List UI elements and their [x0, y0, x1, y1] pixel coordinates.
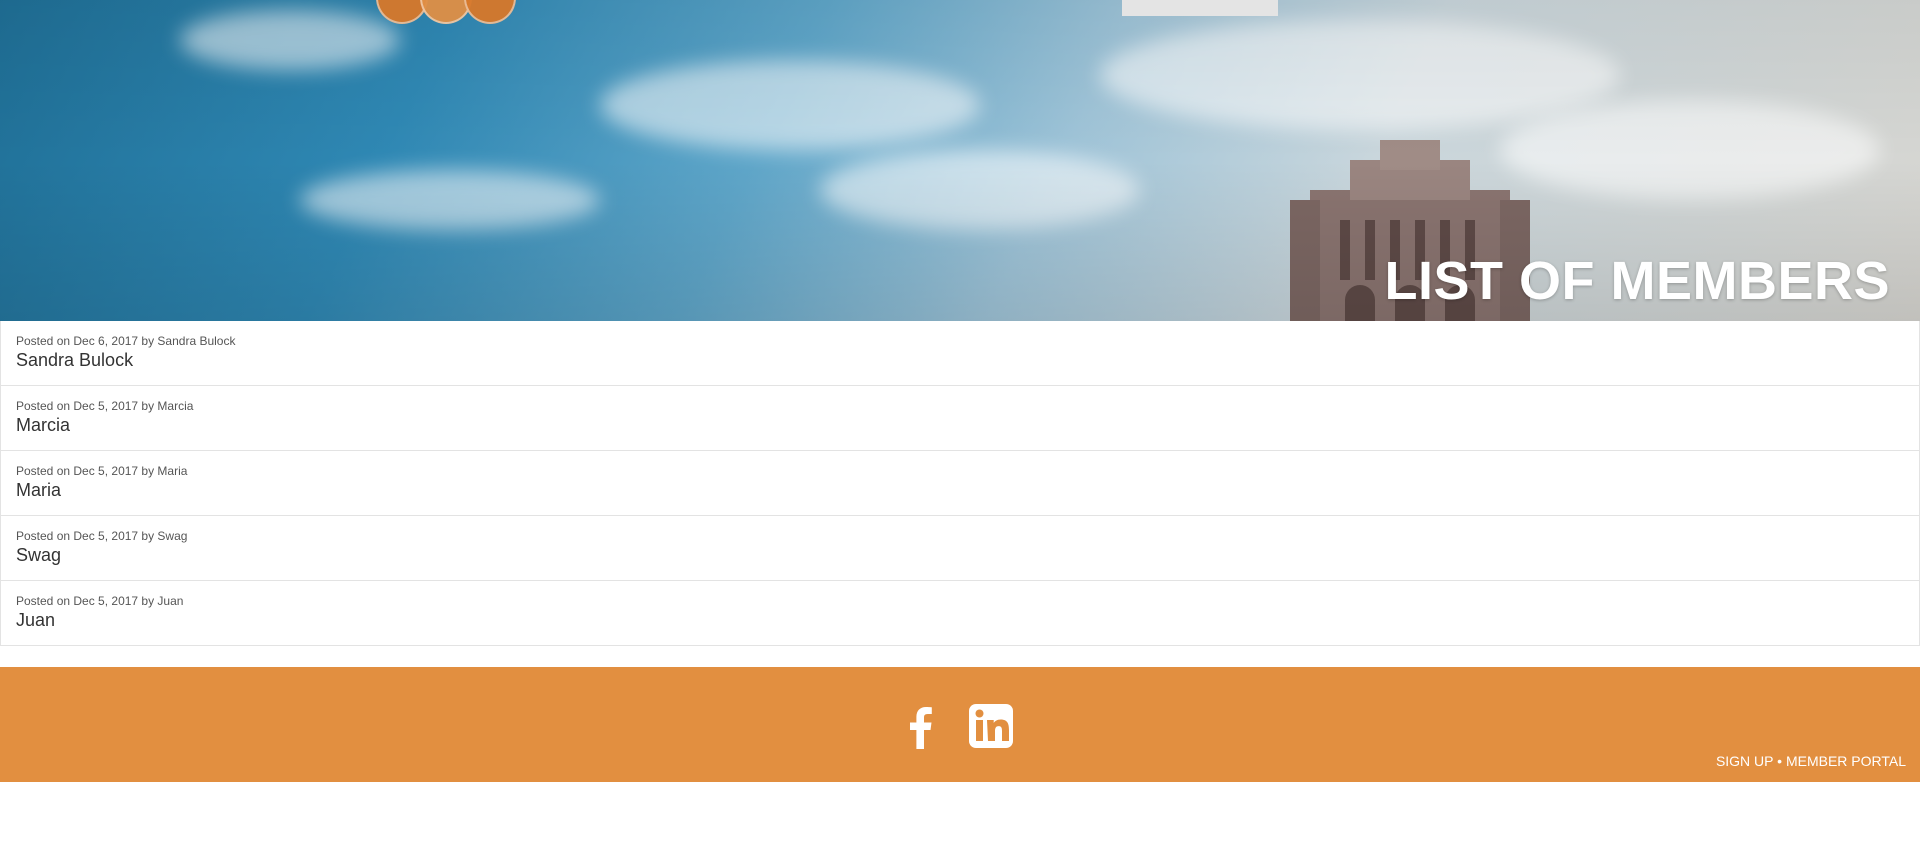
footer-links: SIGN UP • MEMBER PORTAL	[1716, 753, 1906, 769]
member-name-link[interactable]: Swag	[16, 545, 61, 566]
logo-circle: W	[464, 0, 516, 24]
list-item: Posted on Dec 5, 2017 by Swag Swag	[1, 516, 1919, 581]
footer: SIGN UP • MEMBER PORTAL	[0, 667, 1920, 782]
list-item: Posted on Dec 5, 2017 by Juan Juan	[1, 581, 1919, 645]
list-item: Posted on Dec 6, 2017 by Sandra Bulock S…	[1, 321, 1919, 386]
members-list: Posted on Dec 6, 2017 by Sandra Bulock S…	[0, 321, 1920, 646]
member-name-link[interactable]: Sandra Bulock	[16, 350, 133, 371]
post-meta: Posted on Dec 5, 2017 by Swag	[16, 529, 188, 543]
facebook-icon[interactable]	[898, 703, 944, 749]
post-meta: Posted on Dec 5, 2017 by Maria	[16, 464, 188, 478]
page-title: LIST OF MEMBERS	[1384, 251, 1890, 311]
list-item: Posted on Dec 5, 2017 by Marcia Marcia	[1, 386, 1919, 451]
post-meta: Posted on Dec 5, 2017 by Juan	[16, 594, 184, 608]
linkedin-icon[interactable]	[968, 703, 1014, 749]
nav-tab[interactable]	[1122, 0, 1278, 16]
member-name-link[interactable]: Juan	[16, 610, 55, 631]
post-meta: Posted on Dec 6, 2017 by Sandra Bulock	[16, 334, 236, 348]
sign-up-link[interactable]: SIGN UP	[1716, 753, 1773, 769]
member-name-link[interactable]: Marcia	[16, 415, 70, 436]
post-meta: Posted on Dec 5, 2017 by Marcia	[16, 399, 194, 413]
list-item: Posted on Dec 5, 2017 by Maria Maria	[1, 451, 1919, 516]
logo[interactable]: A A W	[376, 0, 516, 26]
member-portal-link[interactable]: MEMBER PORTAL	[1786, 753, 1906, 769]
separator: •	[1777, 753, 1783, 769]
page: A A W LIST OF MEMBERS Posted on Dec 6, 2…	[0, 0, 1920, 841]
hero-banner: A A W LIST OF MEMBERS	[0, 0, 1920, 321]
member-name-link[interactable]: Maria	[16, 480, 61, 501]
